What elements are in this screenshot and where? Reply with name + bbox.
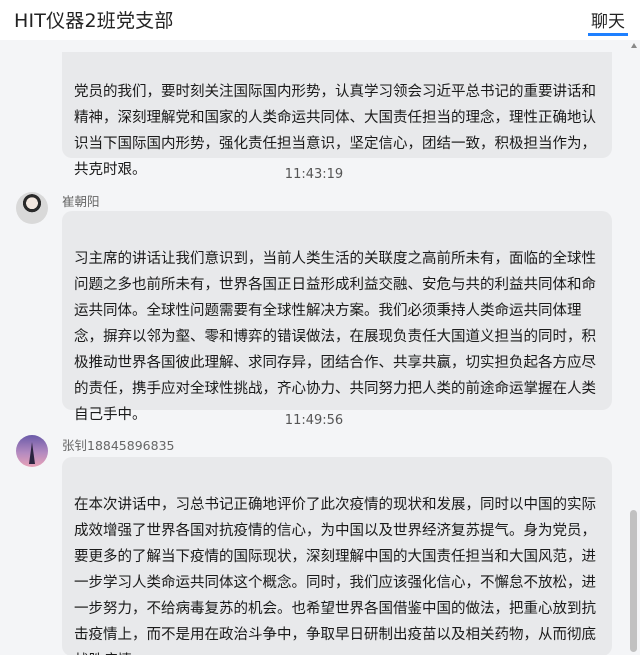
- chat-title: HIT仪器2班党支部: [14, 10, 174, 32]
- sender-name: 崔朝阳: [62, 194, 100, 209]
- eiffel-tower-icon: [29, 442, 35, 464]
- avatar[interactable]: [16, 435, 48, 467]
- message-bubble: 习主席的讲话让我们意识到，当前人类生活的关联度之高前所未有，面临的全球性 问题之…: [62, 211, 612, 423]
- avatar[interactable]: [16, 192, 48, 224]
- message-bubble: 党员的我们，要时刻关注国际国内形势，认真学习领会习近平总书记的重要讲话和 精神，…: [62, 52, 612, 178]
- message-text: 在本次讲话中，习总书记正确地评价了此次疫情的现状和发展，同时以中国的实际 成效增…: [74, 497, 596, 655]
- message-list[interactable]: 党员的我们，要时刻关注国际国内形势，认真学习领会习近平总书记的重要讲话和 精神，…: [0, 40, 628, 655]
- chat-header: HIT仪器2班党支部 聊天: [0, 0, 640, 40]
- sender-name: 张钊18845896835: [62, 438, 175, 453]
- scroll-up-arrow-icon[interactable]: [631, 43, 637, 48]
- scrollbar-thumb[interactable]: [630, 510, 637, 652]
- message-bubble: 在本次讲话中，习总书记正确地评价了此次疫情的现状和发展，同时以中国的实际 成效增…: [62, 457, 612, 655]
- message-text: 习主席的讲话让我们意识到，当前人类生活的关联度之高前所未有，面临的全球性 问题之…: [74, 251, 596, 423]
- message-timestamp: 11:43:19: [284, 167, 344, 182]
- tab-chat[interactable]: 聊天: [591, 7, 625, 32]
- tab-active-indicator: [588, 33, 628, 36]
- message-timestamp: 11:49:56: [284, 413, 344, 428]
